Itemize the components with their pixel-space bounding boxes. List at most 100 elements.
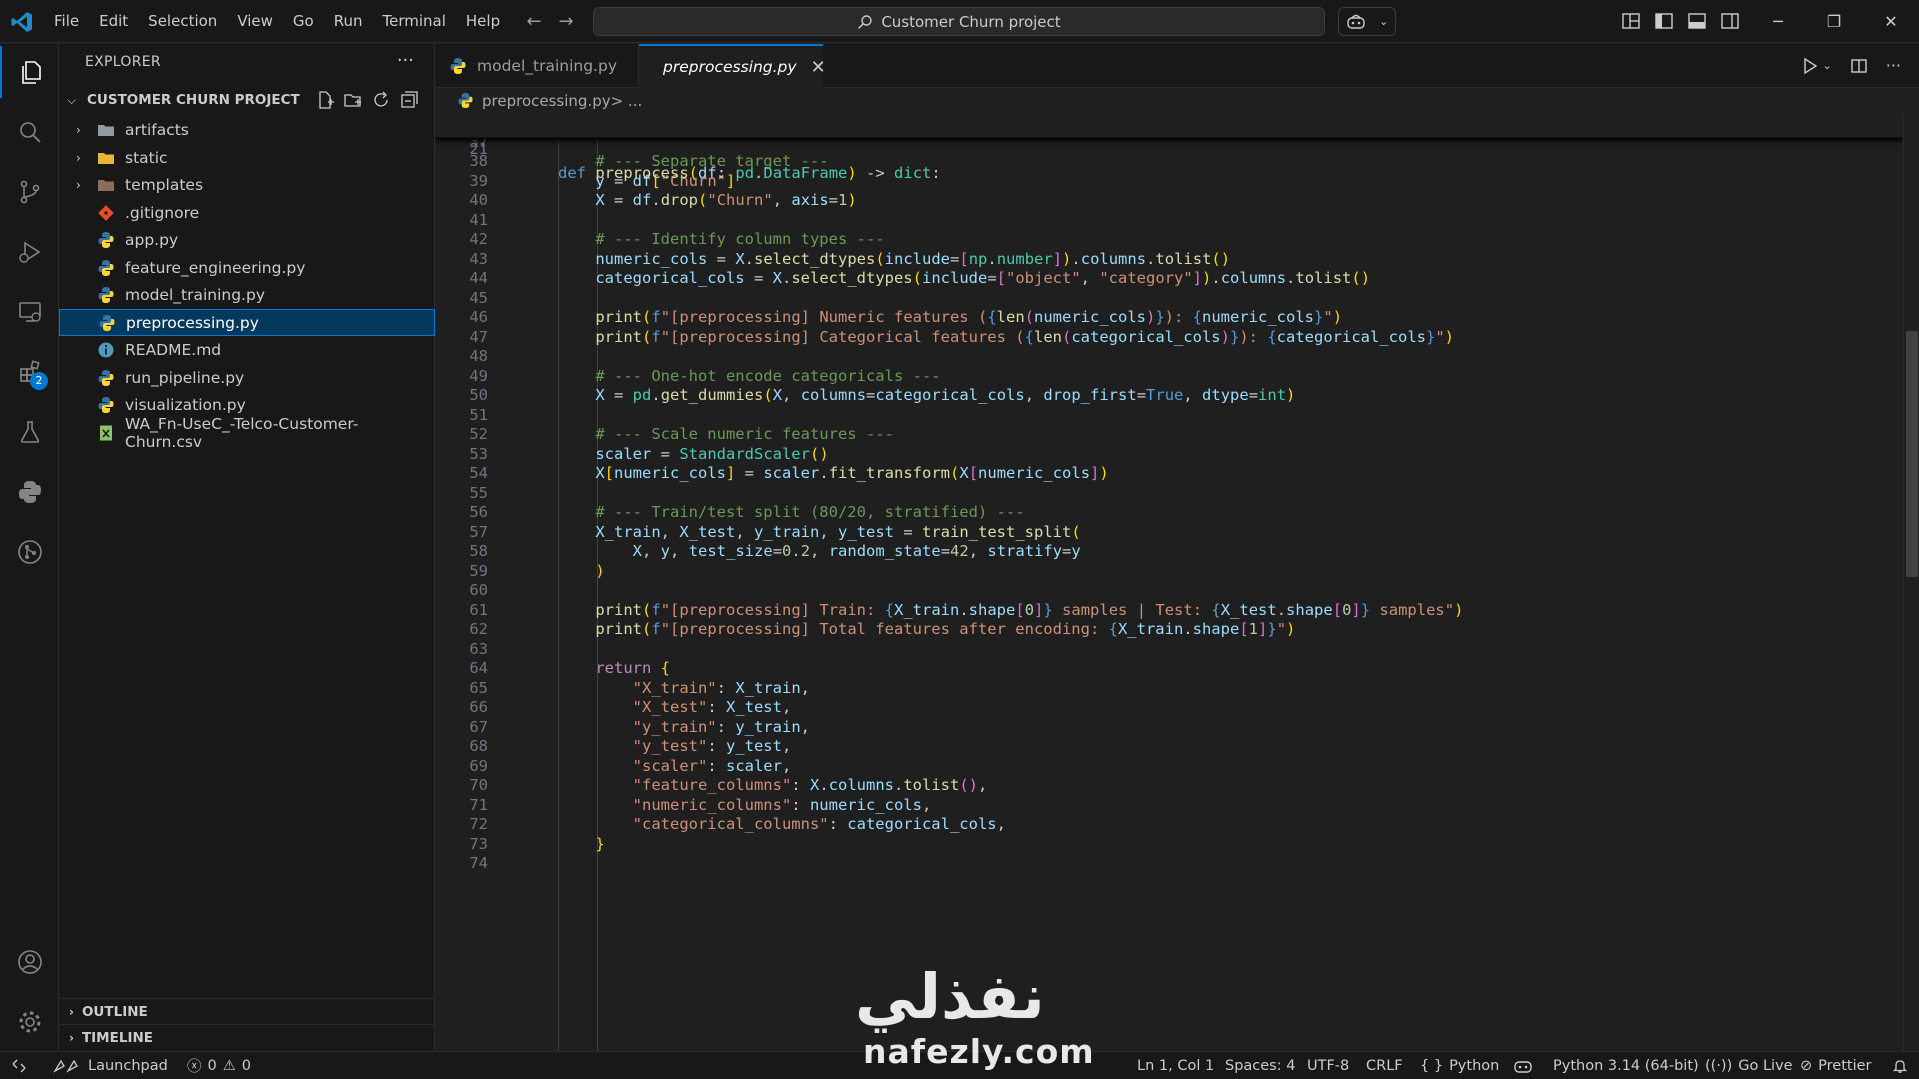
menu-view[interactable]: View — [227, 0, 283, 43]
toggle-primary-sidebar-icon[interactable] — [1653, 10, 1675, 32]
csv-icon — [100, 425, 112, 440]
new-file-icon[interactable] — [315, 90, 335, 110]
timeline-section[interactable]: › TIMELINE — [59, 1024, 435, 1050]
remote-explorer-activity[interactable] — [0, 286, 59, 338]
tab-model-training[interactable]: model_training.py — [435, 44, 639, 88]
source-control-activity[interactable] — [0, 166, 59, 218]
tree-item-model-training[interactable]: model_training.py — [59, 281, 435, 308]
command-center-search[interactable]: Customer Churn project — [593, 7, 1325, 36]
breadcrumb-rest[interactable]: > ... — [611, 92, 643, 110]
prettier-status[interactable]: ⊘ Prettier — [1800, 1052, 1872, 1079]
code-line[interactable]: 74 — [435, 851, 1903, 875]
eol-status[interactable]: CRLF — [1366, 1052, 1403, 1079]
restore-icon[interactable]: ❐ — [1811, 0, 1857, 43]
tab-preprocessing[interactable]: preprocessing.py ✕ — [639, 44, 826, 88]
tree-item-feature-engineering[interactable]: feature_engineering.py — [59, 254, 435, 281]
git-graph-icon — [17, 540, 42, 564]
chevron-down-icon[interactable]: ⌄ — [1823, 59, 1832, 72]
extensions-activity[interactable]: 2 — [0, 346, 59, 398]
refresh-icon[interactable] — [371, 90, 391, 110]
cursor-position[interactable]: Ln 1, Col 1 — [1137, 1052, 1214, 1079]
back-arrow-icon[interactable]: ← — [521, 8, 547, 34]
tree-item-templates[interactable]: › templates — [59, 171, 435, 198]
project-header[interactable]: ⌵ CUSTOMER CHURN PROJECT — [59, 88, 435, 112]
interpreter-status[interactable]: Python 3.14 (64-bit) — [1553, 1052, 1699, 1079]
code-editor[interactable]: 21 def preprocess(df: pd.DataFrame) -> d… — [435, 113, 1903, 1051]
tree-item-csv[interactable]: WA_Fn-UseC_-Telco-Customer-Churn.csv — [59, 415, 435, 451]
remote-indicator[interactable] — [11, 1052, 27, 1079]
go-live-text: Go Live — [1738, 1057, 1793, 1074]
beaker-icon — [20, 421, 39, 443]
remote-icon — [12, 1059, 26, 1072]
tree-item-label: preprocessing.py — [126, 313, 259, 332]
eol-text: CRLF — [1366, 1057, 1403, 1074]
search-activity[interactable] — [0, 106, 59, 158]
customize-layout-icon[interactable] — [1620, 10, 1642, 32]
tree-item-readme[interactable]: README.md — [59, 336, 435, 363]
search-text: Customer Churn project — [881, 12, 1061, 31]
folder-icon — [98, 124, 114, 136]
explorer-actions — [315, 90, 419, 110]
close-window-icon[interactable]: ✕ — [1868, 0, 1914, 43]
tree-item-gitignore[interactable]: .gitignore — [59, 199, 435, 226]
outline-section[interactable]: › OUTLINE — [59, 998, 435, 1024]
search-icon — [858, 14, 873, 29]
python-icon — [98, 231, 114, 248]
menu-terminal[interactable]: Terminal — [373, 0, 456, 43]
scrollbar-thumb[interactable] — [1906, 331, 1918, 577]
copilot-button[interactable]: ⌄ — [1338, 7, 1396, 36]
breadcrumb-file[interactable]: preprocessing.py — [482, 92, 611, 110]
notifications-status[interactable] — [1892, 1052, 1908, 1079]
toggle-secondary-sidebar-icon[interactable] — [1719, 10, 1741, 32]
minimize-icon[interactable]: ─ — [1755, 0, 1801, 43]
python-activity[interactable] — [0, 466, 59, 518]
launchpad-status[interactable]: Launchpad — [52, 1052, 168, 1079]
explorer-activity[interactable] — [0, 46, 59, 98]
run-file-icon[interactable] — [1801, 57, 1819, 75]
forward-arrow-icon[interactable]: → — [553, 8, 579, 34]
menu-file[interactable]: File — [44, 0, 89, 43]
python-icon — [98, 396, 114, 413]
tree-item-static[interactable]: › static — [59, 144, 435, 171]
more-actions-icon[interactable]: ··· — [397, 50, 414, 71]
toggle-panel-icon[interactable] — [1686, 10, 1708, 32]
testing-activity[interactable] — [0, 406, 59, 458]
menu-selection[interactable]: Selection — [138, 0, 227, 43]
chevron-right-icon: › — [69, 1030, 74, 1045]
new-folder-icon[interactable] — [343, 90, 363, 110]
chevron-down-icon[interactable]: ⌄ — [1379, 15, 1388, 28]
indentation-status[interactable]: Spaces: 4 — [1225, 1052, 1295, 1079]
manage-activity[interactable] — [0, 996, 59, 1048]
menu-edit[interactable]: Edit — [89, 0, 138, 43]
launchpad-icon — [53, 1059, 78, 1073]
tree-item-preprocessing[interactable]: preprocessing.py — [59, 309, 435, 336]
go-live-status[interactable]: ((·)) Go Live — [1705, 1052, 1793, 1079]
tree-item-app-py[interactable]: app.py — [59, 226, 435, 253]
language-status[interactable]: { } Python — [1420, 1052, 1499, 1079]
tree-item-label: artifacts — [125, 120, 189, 139]
encoding-status[interactable]: UTF-8 — [1307, 1052, 1349, 1079]
split-editor-icon[interactable] — [1850, 57, 1868, 75]
tree-item-artifacts[interactable]: › artifacts — [59, 116, 435, 143]
copilot-status[interactable] — [1513, 1052, 1533, 1079]
indentation-text: Spaces: 4 — [1225, 1057, 1296, 1074]
menu-help[interactable]: Help — [456, 0, 510, 43]
sticky-scroll-line[interactable]: 21 def preprocess(df: pd.DataFrame) -> d… — [435, 113, 1903, 182]
broadcast-icon: ((·)) — [1705, 1057, 1733, 1074]
accounts-activity[interactable] — [0, 936, 59, 988]
files-icon — [21, 61, 41, 84]
menu-go[interactable]: Go — [283, 0, 324, 43]
editor-scrollbar[interactable] — [1903, 113, 1919, 1051]
collapse-all-icon[interactable] — [399, 90, 419, 110]
editor-tab-bar: model_training.py preprocessing.py ✕ ⌄ ·… — [435, 44, 1919, 88]
close-tab-icon[interactable]: ✕ — [811, 57, 826, 78]
tree-item-run-pipeline[interactable]: run_pipeline.py — [59, 364, 435, 391]
encoding-text: UTF-8 — [1307, 1057, 1350, 1074]
more-actions-icon[interactable]: ··· — [1886, 56, 1901, 75]
git-graph-activity[interactable] — [0, 526, 59, 578]
line-code: def preprocess(df: pd.DataFrame) -> dict… — [558, 164, 941, 182]
menu-run[interactable]: Run — [324, 0, 373, 43]
problems-status[interactable]: ⓧ 0 ⚠ 0 — [187, 1052, 251, 1079]
line-number: 21 — [469, 140, 488, 158]
run-debug-activity[interactable] — [0, 226, 59, 278]
